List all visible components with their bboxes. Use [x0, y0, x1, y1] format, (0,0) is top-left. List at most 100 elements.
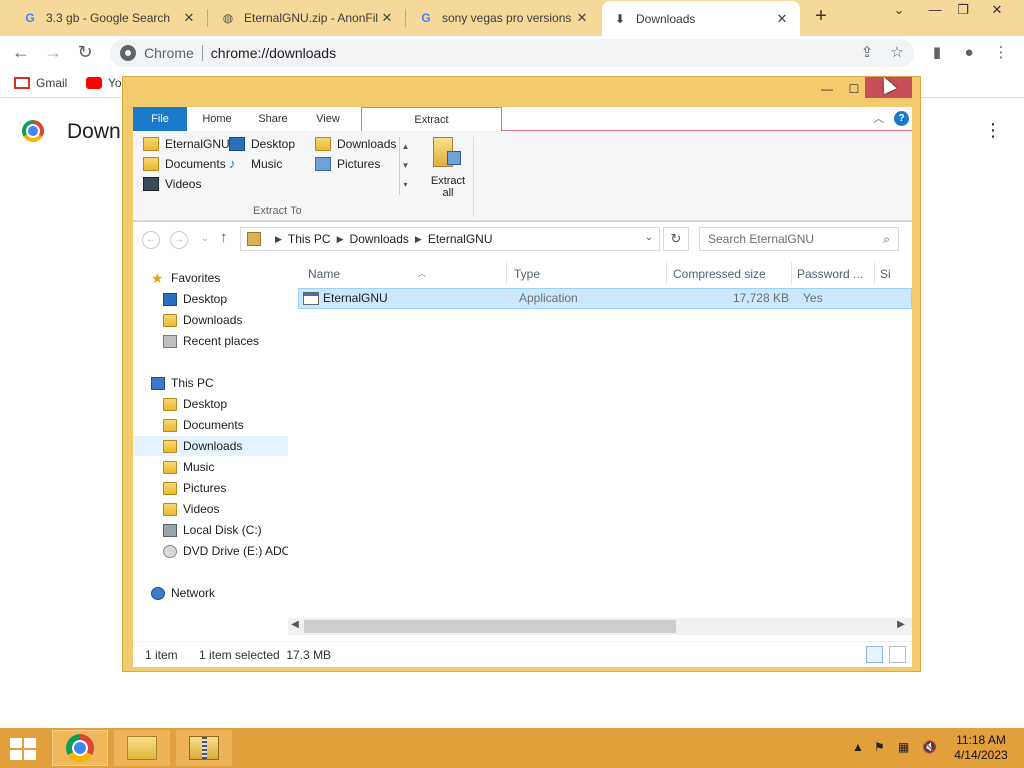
nav-fav-recent-places[interactable]: Recent places: [133, 331, 288, 351]
collapse-ribbon-icon[interactable]: ︿: [873, 110, 884, 126]
ribbon-tab-file[interactable]: File: [133, 107, 187, 131]
nav-pc-desktop[interactable]: Desktop: [133, 394, 288, 414]
scroll-left-icon[interactable]: ◀: [288, 619, 302, 630]
gallery-more-icon[interactable]: ▾: [400, 175, 411, 194]
network-tray-icon[interactable]: ▦: [898, 740, 909, 754]
extract-to-eternalgnu[interactable]: EternalGNU: [143, 137, 230, 151]
close-icon[interactable]: ✕: [774, 11, 790, 27]
tab-sony-vegas[interactable]: G sony vegas pro versions ✕: [408, 2, 600, 34]
tab-label: 3.3 gb - Google Search: [46, 11, 171, 25]
extract-to-videos[interactable]: Videos: [143, 177, 201, 191]
column-header-name[interactable]: Name ︿: [308, 263, 508, 285]
column-divider[interactable]: [506, 262, 507, 284]
breadcrumb[interactable]: ▶ This PC ▶ Downloads ▶ EternalGNU ⌄: [240, 227, 660, 251]
table-row[interactable]: EternalGNU Application 17,728 KB Yes: [298, 288, 912, 309]
action-center-flag-icon[interactable]: ⚑: [874, 740, 885, 754]
bookmark-star-icon[interactable]: ☆: [886, 42, 908, 64]
explorer-forward-button[interactable]: →: [170, 231, 188, 249]
tab-anonfiles[interactable]: ◍ EternalGNU.zip - AnonFil ✕: [210, 2, 405, 34]
gallery-up-icon[interactable]: ▲: [400, 137, 411, 156]
file-compressed-size: 17,728 KB: [732, 291, 789, 305]
folder-icon: [143, 157, 159, 171]
tab-downloads[interactable]: ⬇ Downloads ✕: [602, 1, 800, 36]
gallery-down-icon[interactable]: ▼: [400, 156, 411, 175]
nav-fav-desktop[interactable]: Desktop: [133, 289, 288, 309]
nav-network[interactable]: Network: [133, 583, 288, 603]
extract-to-documents[interactable]: Documents: [143, 157, 226, 171]
nav-pc-downloads[interactable]: Downloads: [133, 436, 288, 456]
nav-pc-local-disk[interactable]: Local Disk (C:): [133, 520, 288, 540]
nav-fav-downloads[interactable]: Downloads: [133, 310, 288, 330]
breadcrumb-eternalgnu[interactable]: EternalGNU: [428, 232, 493, 246]
extract-to-downloads[interactable]: Downloads: [315, 137, 396, 151]
column-divider[interactable]: [874, 262, 875, 284]
nav-pc-music[interactable]: Music: [133, 457, 288, 477]
extract-to-pictures[interactable]: Pictures: [315, 157, 380, 171]
nav-pc-videos[interactable]: Videos: [133, 499, 288, 519]
search-input[interactable]: Search EternalGNU ⌕: [699, 227, 899, 251]
column-header-password[interactable]: Password ...: [797, 263, 872, 285]
reload-button[interactable]: ↻: [74, 42, 96, 64]
forward-button[interactable]: →: [42, 42, 64, 64]
back-button[interactable]: ←: [10, 42, 32, 64]
taskbar-zip-folder[interactable]: [176, 730, 232, 766]
explorer-back-button[interactable]: ←: [142, 231, 160, 249]
nav-favorites[interactable]: ★ Favorites: [133, 268, 288, 288]
address-dropdown-icon[interactable]: ⌄: [645, 232, 653, 243]
close-window-icon[interactable]: ✕: [980, 0, 1014, 22]
refresh-button[interactable]: ↻: [663, 227, 689, 251]
extract-to-desktop[interactable]: Desktop: [229, 137, 295, 151]
system-clock[interactable]: 11:18 AM 4/14/2023: [946, 733, 1016, 763]
nav-pc-pictures[interactable]: Pictures: [133, 478, 288, 498]
explorer-maximize-icon[interactable]: ☐: [840, 79, 868, 99]
column-header-size[interactable]: Si: [880, 263, 910, 285]
show-hidden-icons-icon[interactable]: ▲: [852, 740, 864, 754]
nav-pc-documents[interactable]: Documents: [133, 415, 288, 435]
side-panel-icon[interactable]: ▮: [926, 42, 948, 64]
scroll-right-icon[interactable]: ▶: [894, 619, 908, 630]
taskbar-chrome[interactable]: [52, 730, 108, 766]
ribbon-tab-home[interactable]: Home: [191, 107, 243, 131]
close-icon[interactable]: ✕: [181, 10, 197, 26]
help-icon[interactable]: ?: [894, 111, 909, 126]
up-folder-button[interactable]: ↑: [220, 229, 228, 246]
taskbar-file-explorer[interactable]: [114, 730, 170, 766]
recent-locations-icon[interactable]: ⌄: [196, 231, 214, 249]
ribbon-gallery-scroller[interactable]: ▲ ▼ ▾: [399, 137, 411, 195]
breadcrumb-downloads[interactable]: Downloads: [350, 232, 409, 246]
nav-this-pc[interactable]: This PC: [133, 373, 288, 393]
nav-pc-dvd-drive[interactable]: DVD Drive (E:) ADOBE: [133, 541, 288, 561]
ribbon-tab-share[interactable]: Share: [247, 107, 299, 131]
close-icon[interactable]: ✕: [379, 10, 395, 26]
bookmark-gmail[interactable]: Gmail: [14, 76, 67, 90]
tab-google-search[interactable]: G 3.3 gb - Google Search ✕: [12, 2, 207, 34]
column-divider[interactable]: [791, 262, 792, 284]
tab-search-icon[interactable]: ⌄: [882, 0, 916, 22]
breadcrumb-this-pc[interactable]: This PC: [288, 232, 331, 246]
ribbon-tab-extract[interactable]: Extract: [361, 107, 502, 131]
more-actions-icon[interactable]: ⋮: [984, 120, 1002, 141]
explorer-titlebar[interactable]: — ☐ ✕: [123, 77, 920, 103]
address-bar[interactable]: Chrome chrome://downloads: [110, 39, 914, 67]
new-tab-button[interactable]: +: [810, 6, 832, 28]
start-button[interactable]: [10, 738, 38, 760]
column-header-compressed-size[interactable]: Compressed size: [673, 263, 791, 285]
details-view-icon[interactable]: [866, 646, 883, 663]
restore-icon[interactable]: ❐: [946, 0, 980, 22]
horizontal-scrollbar[interactable]: ◀ ▶: [288, 618, 912, 635]
chrome-menu-icon[interactable]: ⋮: [990, 42, 1012, 64]
status-item-count: 1 item: [145, 648, 178, 662]
extract-to-music[interactable]: ♪ Music: [229, 157, 282, 172]
extract-all-button[interactable]: Extract all: [423, 137, 473, 199]
nav-label: Favorites: [171, 271, 221, 285]
close-icon[interactable]: ✕: [574, 10, 590, 26]
scrollbar-thumb[interactable]: [304, 620, 676, 633]
large-icons-view-icon[interactable]: [889, 646, 906, 663]
volume-muted-icon[interactable]: 🔇: [922, 740, 937, 754]
explorer-minimize-icon[interactable]: —: [813, 79, 841, 99]
column-divider[interactable]: [666, 262, 667, 284]
column-header-type[interactable]: Type: [514, 263, 664, 285]
share-icon[interactable]: ⇪: [856, 42, 878, 64]
profile-avatar-icon[interactable]: ●: [958, 42, 980, 64]
ribbon-tab-view[interactable]: View: [303, 107, 353, 131]
